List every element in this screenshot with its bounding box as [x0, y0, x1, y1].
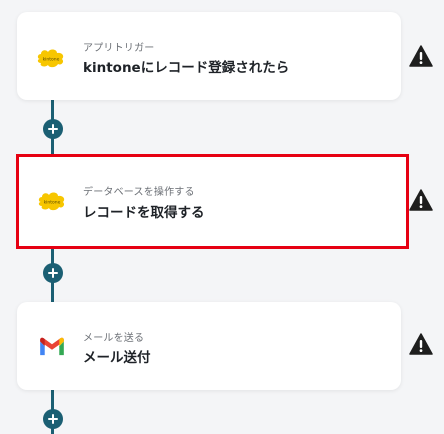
add-step-button[interactable] [43, 263, 63, 283]
warning-icon[interactable] [409, 189, 433, 211]
warning-icon[interactable] [409, 333, 433, 355]
kintone-logo-text: kintone [44, 200, 61, 206]
add-step-button[interactable] [43, 119, 63, 139]
step-category: アプリトリガー [83, 43, 155, 54]
flow-step-app-trigger[interactable]: kintone アプリトリガー kintoneにレコード登録されたら [17, 12, 401, 100]
kintone-icon: kintone [38, 192, 65, 211]
step-category: データベースを操作する [83, 187, 195, 198]
flow-step-send-mail[interactable]: メールを送る メール送付 [17, 302, 401, 390]
flow-step-database-operation[interactable]: kintone データベースを操作する レコードを取得する [16, 154, 409, 249]
gmail-icon [40, 337, 64, 356]
add-step-button[interactable] [43, 409, 63, 429]
step-title: メール送付 [83, 350, 151, 366]
warning-icon[interactable] [409, 45, 433, 67]
step-title: レコードを取得する [83, 205, 205, 221]
step-category: メールを送る [83, 333, 145, 344]
kintone-icon: kintone [37, 49, 64, 68]
workflow-canvas: kintone アプリトリガー kintoneにレコード登録されたら kinto… [0, 0, 444, 434]
kintone-logo-text: kintone [43, 57, 60, 63]
step-title: kintoneにレコード登録されたら [83, 60, 290, 76]
